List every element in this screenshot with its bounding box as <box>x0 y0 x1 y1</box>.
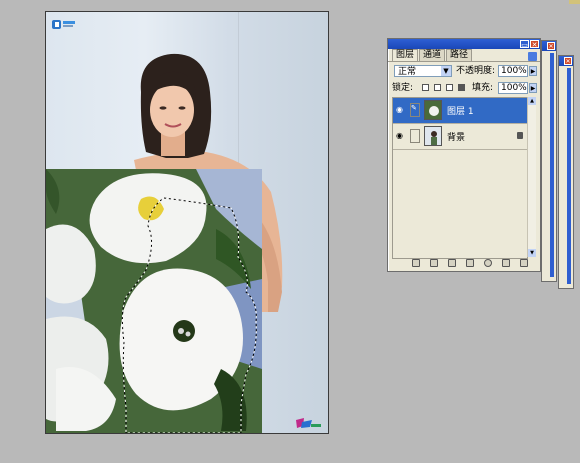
layer-style-icon[interactable] <box>430 259 438 267</box>
trash-icon[interactable] <box>520 259 528 267</box>
mask-icon[interactable] <box>448 259 456 267</box>
marquee-selection[interactable] <box>46 12 328 433</box>
fill-input[interactable]: 100% <box>498 82 528 94</box>
portrait-thumb-icon <box>425 127 441 145</box>
layer-name[interactable]: 背景 <box>447 130 465 143</box>
blend-opacity-row: 正常 ▼ 不透明度: 100% ▶ <box>392 65 538 79</box>
collapsed-palette-2[interactable]: ✕ <box>558 55 574 289</box>
layer-row-layer1[interactable]: ◉ ✎ 图层 1 <box>393 98 527 124</box>
tab-layers[interactable]: 图层 <box>392 49 419 61</box>
lock-position-icon[interactable] <box>446 84 453 91</box>
collapsed-palette-1[interactable]: ✕ <box>541 40 557 282</box>
blend-mode-value: 正常 <box>398 67 417 77</box>
collapsed-palette-scrollbar[interactable] <box>550 53 554 277</box>
palette-bottom-bar <box>392 259 538 269</box>
close-icon[interactable]: ✕ <box>530 40 539 49</box>
link-layers-icon[interactable] <box>412 259 420 267</box>
layer-row-background[interactable]: ◉ 背景 <box>393 124 527 150</box>
opacity-slider-arrow-icon[interactable]: ▶ <box>529 66 537 76</box>
lock-label: 锁定: <box>392 83 414 93</box>
layer-name[interactable]: 图层 1 <box>447 104 474 117</box>
scroll-up-icon[interactable]: ▲ <box>528 97 536 105</box>
collapsed-palette-scrollbar[interactable] <box>567 68 571 284</box>
opacity-input[interactable]: 100% <box>498 65 528 77</box>
tab-channels[interactable]: 通道 <box>419 49 446 61</box>
close-icon[interactable]: ✕ <box>547 42 555 50</box>
flower-thumb-icon <box>425 101 441 119</box>
workspace-corner-mark <box>569 0 580 4</box>
fill-slider-arrow-icon[interactable]: ▶ <box>529 83 537 93</box>
fill-label: 填充: <box>472 83 494 93</box>
minimize-icon[interactable]: ▭ <box>520 40 529 49</box>
adjustment-layer-icon[interactable] <box>484 259 492 267</box>
new-set-icon[interactable] <box>466 259 474 267</box>
layer-list: ◉ ✎ 图层 1 ◉ 背景 <box>392 97 528 259</box>
blend-mode-select[interactable]: 正常 ▼ <box>394 65 452 77</box>
lock-transparency-icon[interactable] <box>422 84 429 91</box>
document-canvas[interactable] <box>45 11 329 434</box>
eye-icon[interactable]: ◉ <box>396 106 406 114</box>
palette-tabs: 图层 通道 路径 <box>388 49 540 62</box>
eye-icon[interactable]: ◉ <box>396 132 406 140</box>
lock-icon <box>517 132 523 139</box>
corner-logo-icon <box>296 418 321 428</box>
new-layer-icon[interactable] <box>502 259 510 267</box>
tab-paths[interactable]: 路径 <box>446 49 473 61</box>
layers-palette[interactable]: ▭ ✕ 图层 通道 路径 正常 ▼ 不透明度: 100% ▶ 锁定: 填充: 1… <box>387 38 541 272</box>
palette-titlebar[interactable]: ▭ ✕ <box>388 39 540 49</box>
layer-thumbnail <box>424 100 442 120</box>
palette-menu-icon[interactable] <box>528 52 537 61</box>
layer-thumbnail <box>424 126 442 146</box>
chevron-down-icon[interactable]: ▼ <box>441 66 451 76</box>
opacity-label: 不透明度: <box>456 66 496 76</box>
close-icon[interactable]: ✕ <box>564 57 572 65</box>
lock-fill-row: 锁定: 填充: 100% ▶ <box>392 82 538 96</box>
lock-all-icon[interactable] <box>458 84 465 91</box>
brush-icon[interactable]: ✎ <box>410 103 420 117</box>
scroll-down-icon[interactable]: ▼ <box>528 249 536 257</box>
lock-image-icon[interactable] <box>434 84 441 91</box>
layer-list-scrollbar[interactable]: ▲ ▼ <box>527 97 536 257</box>
link-box-icon[interactable] <box>410 129 420 143</box>
